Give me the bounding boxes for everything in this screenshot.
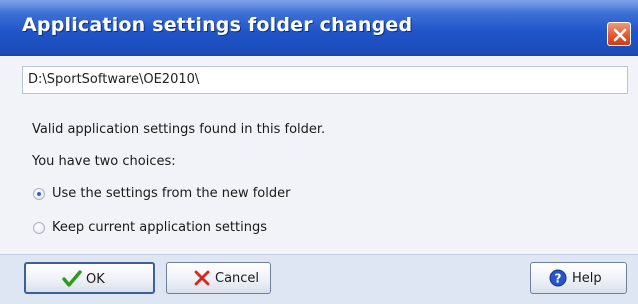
cancel-label: Cancel — [215, 271, 260, 286]
close-button[interactable] — [607, 22, 631, 46]
dialog-content: D:\SportSoftware\OE2010\ Valid applicati… — [0, 58, 638, 254]
radio-use-new-settings[interactable] — [33, 188, 45, 200]
button-bar: OK Cancel ? Help — [0, 254, 638, 304]
help-icon: ? — [549, 269, 567, 287]
option-label: Use the settings from the new folder — [52, 186, 291, 201]
dialog-window: Application settings folder changed D:\S… — [0, 0, 638, 304]
svg-text:?: ? — [555, 272, 562, 286]
option-label: Keep current application settings — [52, 220, 267, 235]
radio-keep-current-settings[interactable] — [33, 222, 45, 234]
status-message: Valid application settings found in this… — [32, 122, 326, 137]
option-use-new-settings[interactable]: Use the settings from the new folder — [33, 184, 353, 204]
title-bar[interactable]: Application settings folder changed — [0, 0, 638, 56]
folder-path-field[interactable]: D:\SportSoftware\OE2010\ — [22, 66, 628, 94]
help-label: Help — [572, 271, 602, 286]
checkmark-icon — [62, 270, 82, 287]
ok-label: OK — [86, 272, 105, 287]
cancel-button[interactable]: Cancel — [166, 262, 271, 294]
ok-button[interactable]: OK — [24, 262, 155, 294]
close-icon — [613, 28, 627, 42]
dialog-title: Application settings folder changed — [22, 14, 413, 36]
help-button[interactable]: ? Help — [530, 262, 627, 294]
option-keep-current-settings[interactable]: Keep current application settings — [33, 218, 353, 238]
choices-prompt: You have two choices: — [32, 154, 176, 169]
cross-icon — [194, 270, 210, 286]
